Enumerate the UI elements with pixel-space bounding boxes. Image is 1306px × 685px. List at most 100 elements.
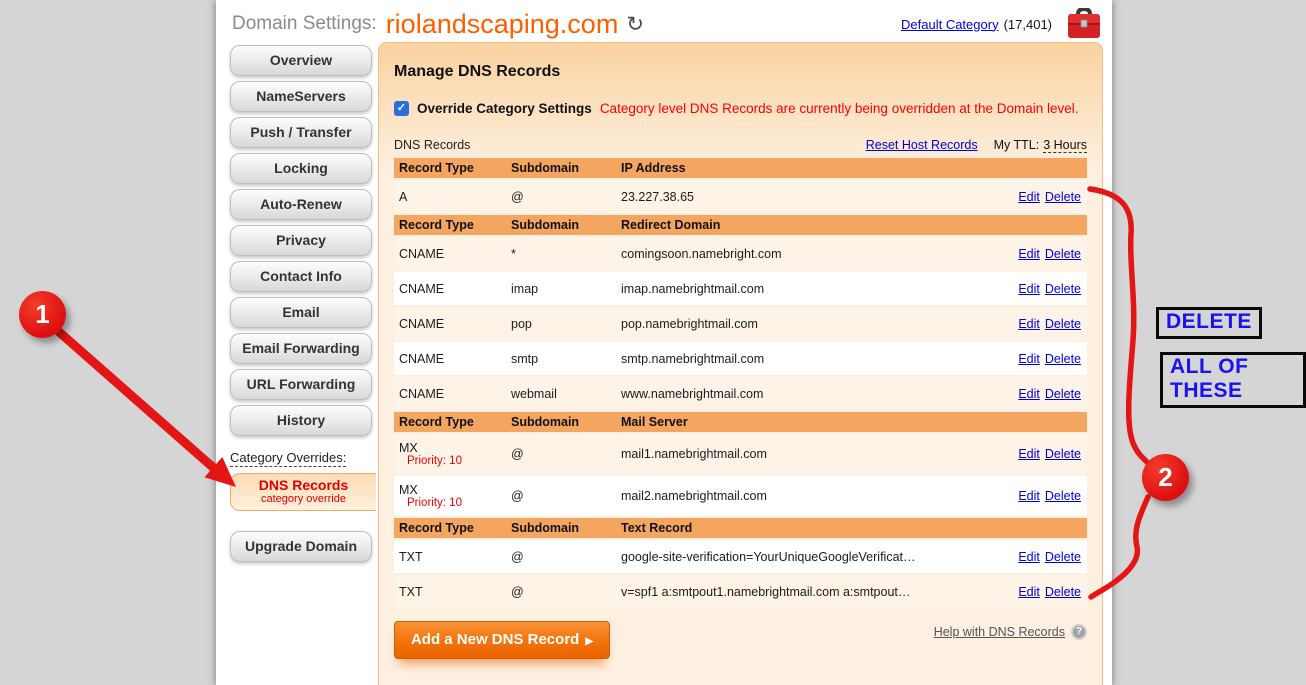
row-actions: Edit Delete: [997, 585, 1081, 599]
record-type: CNAME: [399, 387, 511, 401]
record-subdomain: @: [511, 489, 621, 503]
record-value: mail2.namebrightmail.com: [621, 489, 997, 503]
record-subdomain: pop: [511, 317, 621, 331]
record-type: CNAME: [399, 282, 511, 296]
reset-host-records-link[interactable]: Reset Host Records: [866, 138, 978, 152]
edit-link[interactable]: Edit: [1018, 585, 1040, 599]
sidebar-item-contact-info[interactable]: Contact Info: [230, 261, 372, 292]
record-value: comingsoon.namebright.com: [621, 247, 997, 261]
sidebar-item-url-forwarding[interactable]: URL Forwarding: [230, 369, 372, 400]
category-override-sublabel: category override: [231, 493, 376, 506]
record-type: MX: [399, 483, 511, 497]
row-actions: Edit Delete: [997, 282, 1081, 296]
panel-title: Manage DNS Records: [394, 63, 560, 81]
edit-link[interactable]: Edit: [1018, 190, 1040, 204]
table-row-cname: CNAME * comingsoon.namebright.com Edit De…: [394, 237, 1087, 270]
record-type-cell: MX Priority: 10: [399, 441, 511, 468]
manage-dns-panel: Manage DNS Records ✓ Override Category S…: [378, 42, 1103, 685]
sidebar: Overview NameServers Push / Transfer Loc…: [230, 45, 374, 567]
row-actions: Edit Delete: [997, 387, 1081, 401]
col-subdomain: Subdomain: [511, 218, 621, 232]
row-actions: Edit Delete: [997, 247, 1081, 261]
table-row-cname: CNAME imap imap.namebrightmail.com EditD…: [394, 272, 1087, 305]
add-dns-record-button[interactable]: Add a New DNS Record▶: [394, 621, 610, 659]
row-actions: Edit Delete: [997, 190, 1081, 204]
table-row-cname: CNAME pop pop.namebrightmail.com EditDel…: [394, 307, 1087, 340]
delete-link[interactable]: Delete: [1045, 387, 1081, 401]
col-record-type: Record Type: [399, 161, 511, 175]
delete-link[interactable]: Delete: [1045, 190, 1081, 204]
delete-link[interactable]: Delete: [1045, 247, 1081, 261]
app-window: Domain Settings: riolandscaping.com ↻ De…: [216, 0, 1112, 685]
table-row-cname: CNAME smtp smtp.namebrightmail.com EditD…: [394, 342, 1087, 375]
record-type-cell: MX Priority: 10: [399, 483, 511, 510]
ttl-label: My TTL:: [994, 138, 1040, 152]
sidebar-item-nameservers[interactable]: NameServers: [230, 81, 372, 112]
col-ip-address: IP Address: [621, 161, 1081, 175]
col-redirect-domain: Redirect Domain: [621, 218, 1081, 232]
sidebar-item-push-transfer[interactable]: Push / Transfer: [230, 117, 372, 148]
record-subdomain: @: [511, 585, 621, 599]
edit-link[interactable]: Edit: [1018, 352, 1040, 366]
question-mark-icon[interactable]: ?: [1071, 624, 1087, 640]
delete-link[interactable]: Delete: [1045, 317, 1081, 331]
sidebar-item-auto-renew[interactable]: Auto-Renew: [230, 189, 372, 220]
record-subdomain: *: [511, 247, 621, 261]
upgrade-domain-button[interactable]: Upgrade Domain: [230, 531, 372, 562]
sidebar-item-email[interactable]: Email: [230, 297, 372, 328]
row-actions: Edit Delete: [997, 489, 1081, 503]
col-record-type: Record Type: [399, 415, 511, 429]
table-row-txt: TXT @ google-site-verification=YourUniqu…: [394, 540, 1087, 573]
edit-link[interactable]: Edit: [1018, 247, 1040, 261]
override-checkbox[interactable]: ✓: [394, 101, 409, 116]
delete-link[interactable]: Delete: [1045, 550, 1081, 564]
help-dns-records-link[interactable]: Help with DNS Records: [934, 625, 1065, 639]
category-overrides-heading: Category Overrides:: [230, 449, 374, 467]
record-type: CNAME: [399, 247, 511, 261]
record-value: imap.namebrightmail.com: [621, 282, 997, 296]
sidebar-item-email-forwarding[interactable]: Email Forwarding: [230, 333, 372, 364]
edit-link[interactable]: Edit: [1018, 550, 1040, 564]
records-toolbar: DNS Records Reset Host Records My TTL: 3…: [394, 138, 1087, 153]
delete-link[interactable]: Delete: [1045, 447, 1081, 461]
toolbox-icon[interactable]: [1066, 8, 1102, 40]
edit-link[interactable]: Edit: [1018, 447, 1040, 461]
sidebar-item-dns-records-active[interactable]: DNS Records category override: [230, 473, 376, 511]
domain-name: riolandscaping.com: [386, 9, 619, 40]
table-row-a: A @ 23.227.38.65 Edit Delete: [394, 180, 1087, 213]
table-section-header-redirect: Record Type Subdomain Redirect Domain: [394, 215, 1087, 235]
all-of-these-annotation: ALL OF THESE: [1160, 352, 1306, 408]
record-value: 23.227.38.65: [621, 190, 997, 204]
edit-link[interactable]: Edit: [1018, 489, 1040, 503]
delete-link[interactable]: Delete: [1045, 489, 1081, 503]
sidebar-item-overview[interactable]: Overview: [230, 45, 372, 76]
edit-link[interactable]: Edit: [1018, 282, 1040, 296]
col-text-record: Text Record: [621, 521, 1081, 535]
record-type: A: [399, 190, 511, 204]
sidebar-item-privacy[interactable]: Privacy: [230, 225, 372, 256]
edit-link[interactable]: Edit: [1018, 317, 1040, 331]
override-checkbox-label: Override Category Settings: [417, 101, 592, 116]
default-category-link[interactable]: Default Category: [901, 17, 999, 32]
delete-link[interactable]: Delete: [1045, 352, 1081, 366]
default-category-count: (17,401): [1004, 17, 1052, 32]
delete-link[interactable]: Delete: [1045, 282, 1081, 296]
ttl-value[interactable]: 3 Hours: [1043, 138, 1087, 153]
sidebar-item-locking[interactable]: Locking: [230, 153, 372, 184]
header: Domain Settings: riolandscaping.com ↻ De…: [232, 6, 1102, 42]
delete-link[interactable]: Delete: [1045, 585, 1081, 599]
col-subdomain: Subdomain: [511, 521, 621, 535]
refresh-icon[interactable]: ↻: [626, 12, 644, 37]
record-subdomain: @: [511, 190, 621, 204]
dns-records-label: DNS Records: [231, 477, 376, 493]
mx-priority: Priority: 10: [399, 497, 511, 510]
record-value: v=spf1 a:smtpout1.namebrightmail.com a:s…: [621, 585, 997, 599]
row-actions: Edit Delete: [997, 352, 1081, 366]
record-subdomain: @: [511, 447, 621, 461]
sidebar-item-history[interactable]: History: [230, 405, 372, 436]
table-row-mx: MX Priority: 10 @ mail1.namebrightmail.c…: [394, 434, 1087, 474]
table-row-cname: CNAME webmail www.namebrightmail.com Edi…: [394, 377, 1087, 410]
record-type: CNAME: [399, 317, 511, 331]
col-record-type: Record Type: [399, 218, 511, 232]
edit-link[interactable]: Edit: [1018, 387, 1040, 401]
